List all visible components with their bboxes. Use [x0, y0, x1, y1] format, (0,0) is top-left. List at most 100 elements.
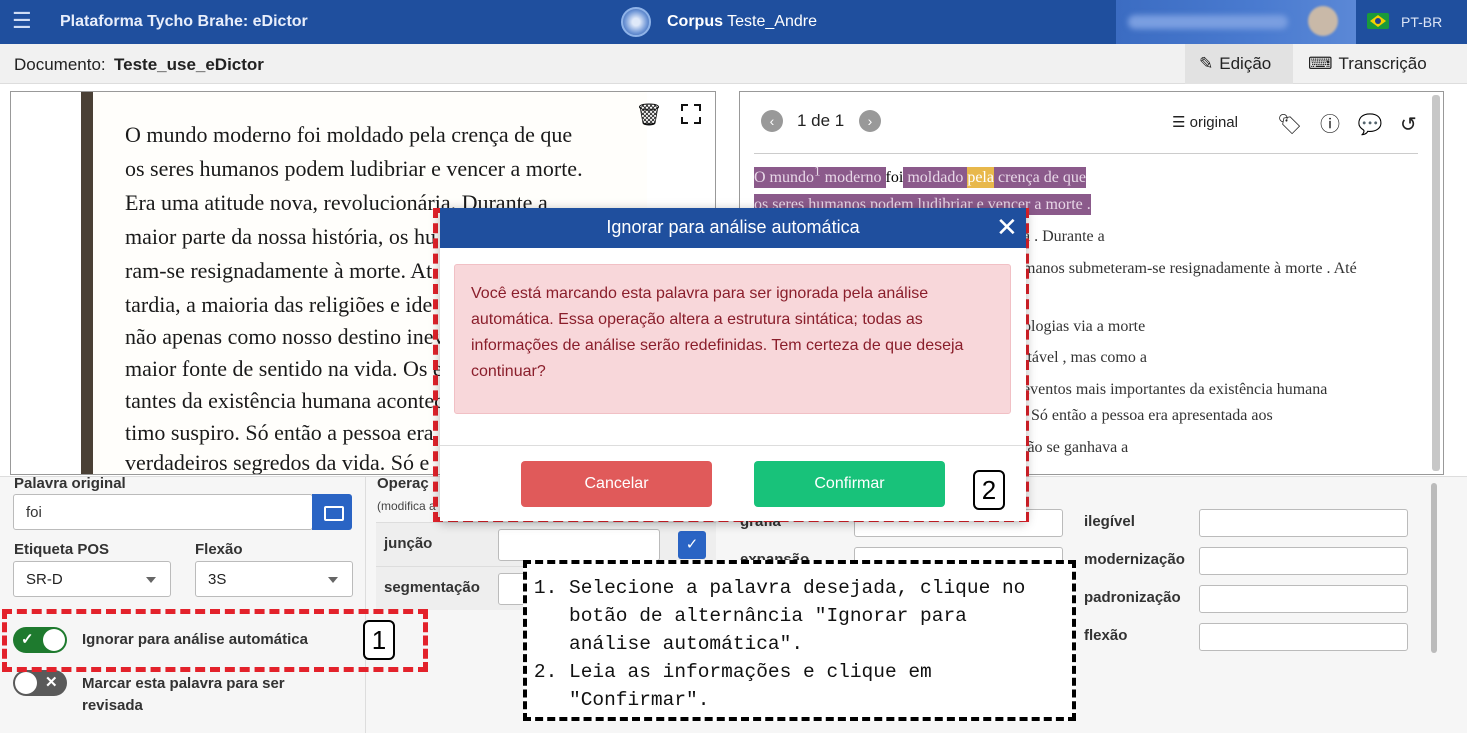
user-name-blurred [1128, 15, 1288, 29]
flexao-input[interactable] [1199, 623, 1408, 651]
flexao-label: flexão [1084, 627, 1128, 644]
document-name: Teste_use_eDictor [114, 55, 264, 74]
ilegivel-label: ilegível [1084, 513, 1135, 530]
layer-selector[interactable]: ☰ original [1172, 113, 1238, 131]
toggle-knob [15, 672, 37, 694]
operations-subtitle: (modifica a [377, 499, 436, 513]
image-text-line: não apenas como nosso destino inev [125, 324, 445, 349]
tab-transcricao[interactable]: ⌨ Transcrição [1296, 44, 1446, 84]
ignore-analysis-dialog: Ignorar para análise automática ✕ Você e… [440, 208, 1026, 521]
virtual-keyboard-button[interactable] [312, 494, 352, 530]
dialog-title: Ignorar para análise automática [606, 217, 860, 237]
tab-edicao-label: Edição [1219, 54, 1272, 73]
user-menu[interactable] [1116, 0, 1356, 44]
tags-icon[interactable]: 🏷 [1277, 114, 1302, 136]
text-line: tão se ganhava a [1023, 439, 1129, 456]
text-line: . Só então a pessoa era apresentada aos [1023, 407, 1273, 424]
edit-icon: ✎ [1199, 54, 1214, 73]
tab-transcricao-label: Transcrição [1338, 54, 1427, 73]
junction-apply-check-icon[interactable]: ✓ [678, 531, 706, 559]
word-token[interactable]: O mundo1 moderno [754, 164, 886, 189]
warning-message: Você está marcando esta palavra para ser… [454, 264, 1011, 414]
info-icon[interactable]: ⓘ [1320, 114, 1340, 136]
image-text-line: maior parte da nossa história, os hu [125, 224, 436, 249]
image-text-line: maior fonte de sentido na vida. Os ev [125, 356, 454, 381]
word-token[interactable]: moldado [903, 167, 968, 189]
text-line: a . Durante a [1023, 228, 1105, 245]
footnote-marker: 1 [814, 164, 821, 179]
chevron-down-icon [146, 577, 156, 583]
brazil-flag-icon[interactable] [1367, 13, 1389, 29]
image-text-line: ram-se resignadamente à morte. At [125, 258, 433, 283]
ilegivel-input[interactable] [1199, 509, 1408, 537]
app-title: Plataforma Tycho Brahe: eDictor [60, 13, 308, 30]
word-text: moldado [907, 169, 964, 187]
corpus-label: Corpus [667, 13, 723, 30]
junction-input[interactable] [498, 529, 660, 561]
image-text-line: tardia, a maioria das religiões e ide [125, 292, 433, 317]
language-selector[interactable]: PT-BR [1401, 14, 1442, 30]
chevron-down-icon [328, 577, 338, 583]
divider [754, 153, 1418, 154]
document-label: Documento: [14, 55, 106, 74]
padronizacao-input[interactable] [1199, 585, 1408, 613]
avatar [1308, 6, 1338, 36]
word-text: O mundo [754, 169, 814, 187]
operation-segmentation-label: segmentação [384, 579, 480, 596]
divider [440, 445, 1026, 446]
cancel-button[interactable]: Cancelar [521, 461, 712, 507]
word-text: crença de que [997, 169, 1086, 187]
text-line: manos submeteram-se resignadamente à mor… [1023, 260, 1357, 277]
pos-tag-label: Etiqueta POS [14, 541, 110, 558]
pos-tag-select[interactable]: SR-D [13, 561, 171, 597]
mark-for-review-label: Marcar esta palavra para ser revisada [82, 675, 285, 714]
text-line: ologias via a morte [1023, 318, 1146, 335]
previous-page-button[interactable]: ‹ [761, 110, 783, 132]
callout-number-2: 2 [973, 470, 1005, 510]
text-line: itável , mas como a [1023, 349, 1147, 366]
image-text-line: timo suspiro. Só então a pessoa era [125, 420, 434, 445]
instructions-box: Selecione a palavra desejada, clique no … [523, 560, 1076, 721]
undo-icon[interactable]: ↺ [1400, 114, 1417, 136]
next-page-button[interactable]: › [859, 110, 881, 132]
flexion-value: 3S [208, 571, 227, 588]
original-word-input[interactable]: foi [13, 494, 313, 530]
corpus-title: Corpus Teste_Andre [667, 13, 817, 31]
dialog-header: Ignorar para análise automática ✕ [440, 208, 1026, 248]
corpus-logo-icon [621, 7, 651, 37]
modernizacao-input[interactable] [1199, 547, 1408, 575]
document-bar: Documento: Teste_use_eDictor ✎ Edição ⌨ Tr… [0, 44, 1467, 84]
instruction-step-2: Leia as informações e clique em "Confirm… [569, 658, 1056, 714]
fullscreen-icon[interactable] [681, 104, 701, 124]
trash-icon[interactable]: 🗑 [635, 102, 663, 128]
word-token[interactable]: crença de que [993, 167, 1086, 189]
text-panel-scrollbar[interactable] [1432, 95, 1440, 471]
padronizacao-label: padronização [1084, 589, 1181, 606]
image-text-line: verdadeiros segredos da vida. Só e [125, 450, 430, 475]
instruction-step-1: Selecione a palavra desejada, clique no … [569, 574, 1056, 658]
layer-name: original [1189, 114, 1238, 131]
tab-edicao[interactable]: ✎ Edição [1185, 44, 1293, 84]
x-icon: ✕ [45, 674, 58, 691]
text-line: O mundo1 moderno foi moldado pela crença… [754, 164, 1086, 189]
selected-word-foi[interactable]: foi [885, 169, 904, 187]
mark-for-review-toggle[interactable]: ✕ [13, 670, 67, 696]
image-text-line: O mundo moderno foi moldado pela crença … [125, 122, 573, 147]
flexion-select[interactable]: 3S [195, 561, 353, 597]
word-token[interactable]: pela [967, 167, 994, 189]
text-line: eventos mais importantes da existência h… [1023, 381, 1328, 398]
close-icon[interactable]: ✕ [996, 214, 1018, 240]
modernizacao-label: modernização [1084, 551, 1185, 568]
original-word-label: Palavra original [14, 475, 126, 492]
form-scrollbar[interactable] [1431, 483, 1437, 653]
keyboard-icon: ⌨ [1308, 54, 1333, 73]
page-indicator: 1 de 1 [797, 111, 845, 130]
instructions-list: Selecione a palavra desejada, clique no … [543, 574, 1056, 714]
confirm-button[interactable]: Confirmar [754, 461, 945, 507]
divider [365, 477, 366, 733]
operations-label: Operaç [377, 475, 429, 492]
comments-icon[interactable]: 💬 [1358, 114, 1383, 136]
corpus-name: Teste_Andre [727, 13, 817, 30]
layers-icon: ☰ [1172, 114, 1186, 131]
hamburger-menu-icon[interactable]: ☰ [12, 10, 32, 32]
